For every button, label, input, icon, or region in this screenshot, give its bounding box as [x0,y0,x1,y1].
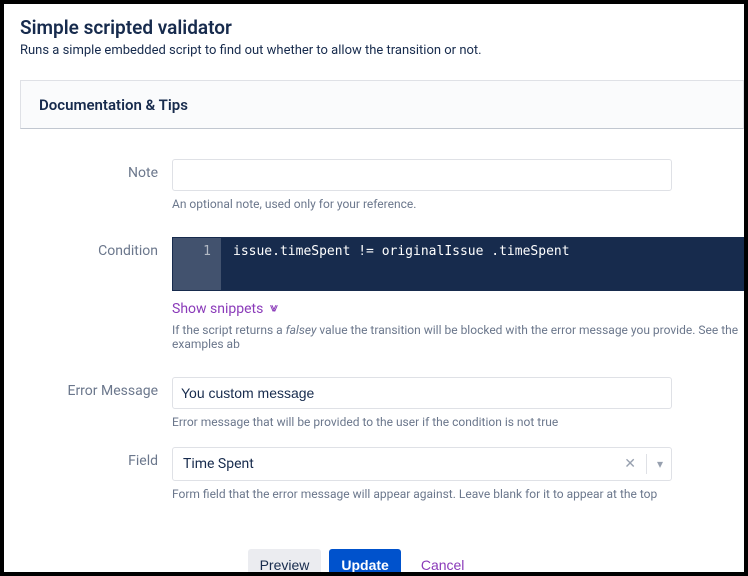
error-message-input[interactable] [172,377,672,409]
code-line: issue.timeSpent != originalIssue .timeSp… [221,238,570,259]
chevron-down-double-icon: ˅˅ [269,301,272,317]
note-input[interactable] [172,159,672,191]
clear-icon[interactable]: ✕ [614,456,646,472]
documentation-panel-label: Documentation & Tips [39,96,188,114]
condition-code-editor[interactable]: 1 issue.timeSpent != originalIssue .time… [172,237,744,291]
action-bar: Preview Update Cancel [20,549,744,572]
condition-label: Condition [20,237,172,371]
error-message-label: Error Message [20,377,172,441]
page-title: Simple scripted validator [20,16,744,39]
field-label: Field [20,447,172,521]
error-message-help: Error message that will be provided to t… [172,415,744,429]
preview-button[interactable]: Preview [248,549,322,572]
documentation-panel[interactable]: Documentation & Tips [20,80,744,129]
field-help: Form field that the error message will a… [172,487,744,501]
condition-help: If the script returns a falsey value the… [172,323,744,351]
field-select[interactable]: Time Spent ✕ ▾ [172,447,672,481]
chevron-down-icon[interactable]: ▾ [647,457,663,471]
note-help: An optional note, used only for your ref… [172,197,744,211]
update-button[interactable]: Update [329,549,400,572]
code-gutter: 1 [173,238,221,290]
show-snippets-label: Show snippets [172,301,263,317]
show-snippets-link[interactable]: Show snippets ˅˅ [172,301,273,317]
page-subtitle: Runs a simple embedded script to find ou… [20,43,744,58]
field-select-value: Time Spent [183,456,614,472]
note-label: Note [20,159,172,231]
cancel-button[interactable]: Cancel [409,549,477,572]
config-panel: Simple scripted validator Runs a simple … [4,4,744,572]
form: Note An optional note, used only for you… [20,159,744,572]
